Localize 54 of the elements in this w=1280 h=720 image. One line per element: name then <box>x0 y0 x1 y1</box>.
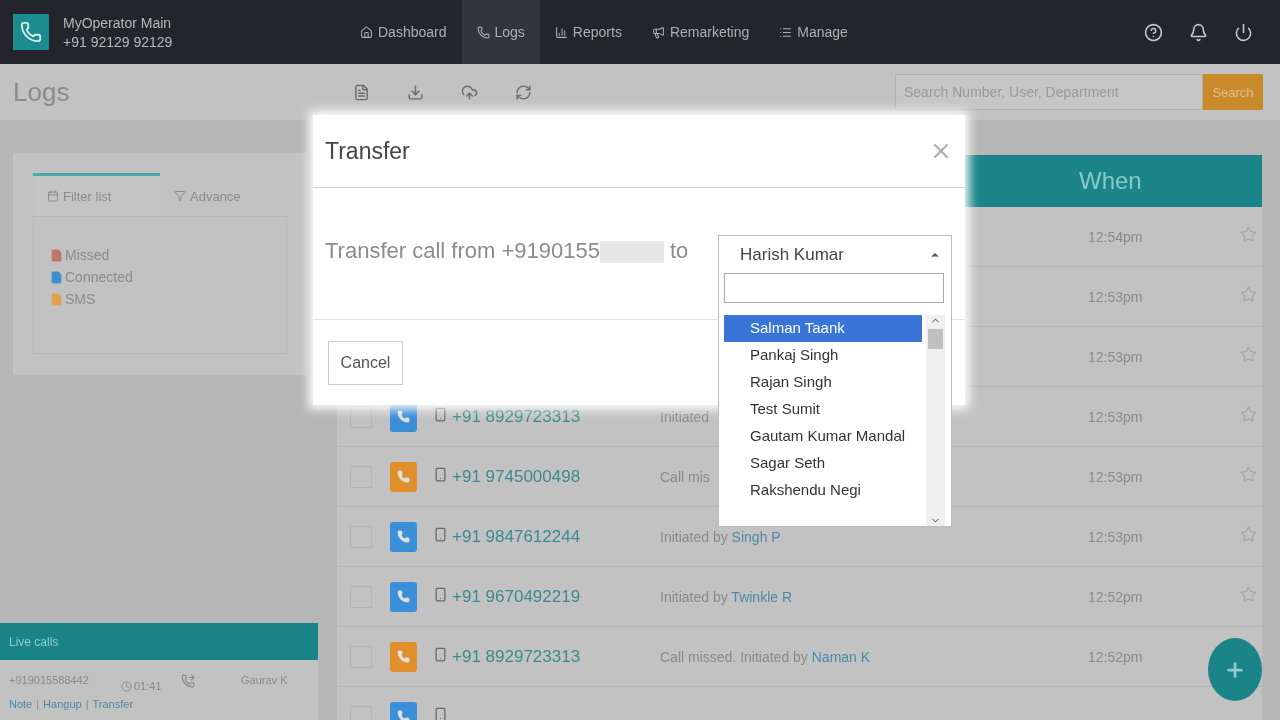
cancel-button[interactable]: Cancel <box>328 340 403 385</box>
phone-number[interactable]: +91 9670492219 <box>452 586 581 606</box>
agent-link[interactable]: Singh P <box>731 528 781 545</box>
dropdown-option[interactable]: Gautam Kumar Mandal <box>724 423 922 450</box>
separator: | <box>36 698 40 712</box>
account-name: MyOperator Main <box>63 14 173 31</box>
live-calls-header: Live calls <box>0 623 318 660</box>
nav-item[interactable]: Logs <box>461 0 540 64</box>
call-description: Initiated <box>660 408 710 425</box>
account-number: +91 92129 92129 <box>63 33 174 50</box>
dropdown-option[interactable]: Test Sumit <box>724 396 922 423</box>
call-description: Initiated by Twinkle R <box>660 588 793 605</box>
transfer-message: Transfer call from +9190155 to <box>325 237 689 264</box>
action-link[interactable]: Hangup <box>43 698 82 720</box>
search-button[interactable]: Search <box>1203 74 1263 110</box>
call-time: 12:53pm <box>1088 468 1143 485</box>
nav-item[interactable]: Reports <box>539 0 637 64</box>
filter-tab[interactable]: Advance <box>160 173 287 216</box>
call-time: 12:54pm <box>1088 228 1143 245</box>
call-description: Call missed. Initiated by Naman K <box>660 648 871 665</box>
legend-item[interactable]: SMS <box>50 291 286 307</box>
call-time: 12:52pm <box>1088 648 1143 665</box>
call-time: 12:53pm <box>1088 528 1143 545</box>
nav-item[interactable]: Manage <box>764 0 863 64</box>
separator: | <box>85 698 89 712</box>
phone-number[interactable]: +91 8929723313 <box>452 646 581 666</box>
call-time: 12:53pm <box>1088 408 1143 425</box>
agent-link[interactable]: Twinkle R <box>731 588 793 605</box>
phone-number[interactable]: +91 9847612244 <box>452 526 581 546</box>
call-time: 12:53pm <box>1088 348 1143 365</box>
action-link[interactable]: Transfer <box>92 698 134 720</box>
caller-number: +919015588442 <box>9 674 90 688</box>
action-link[interactable]: Note <box>9 698 33 720</box>
call-description: Call mis <box>660 468 710 485</box>
call-time: 12:52pm <box>1088 588 1143 605</box>
dropdown-option[interactable]: Salman Taank <box>724 315 922 342</box>
legend-item[interactable]: Connected <box>50 269 286 285</box>
page-title: Logs <box>13 76 71 108</box>
nav-item[interactable]: Dashboard <box>345 0 462 64</box>
phone-number[interactable]: +91 8929723313 <box>452 406 581 426</box>
nav-item[interactable]: Remarketing <box>636 0 765 64</box>
column-header: When <box>1078 167 1143 195</box>
dropdown-option[interactable]: Sagar Seth <box>724 450 922 477</box>
call-duration: 01:41 <box>134 680 162 692</box>
agent-link[interactable]: Naman K <box>811 648 871 665</box>
dialog-title: Transfer <box>325 137 410 165</box>
call-description: Initiated by Singh P <box>660 528 781 545</box>
phone-number[interactable]: +91 9745000498 <box>452 466 581 486</box>
legend-item[interactable]: Missed <box>50 247 286 263</box>
agent-select[interactable]: Harish Kumar <box>719 236 951 273</box>
call-time: 12:53pm <box>1088 288 1143 305</box>
dropdown-option[interactable]: Rajan Singh <box>724 369 922 396</box>
dropdown-option[interactable]: Pankaj Singh <box>724 342 922 369</box>
dropdown-option[interactable]: Rakshendu Negi <box>724 477 922 504</box>
